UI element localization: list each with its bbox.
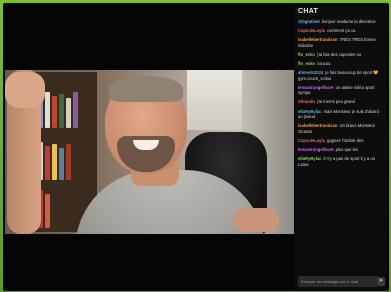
send-icon[interactable]: ➤ [377,277,385,286]
chat-message-text: gagnez l'ombre des [327,137,364,143]
chat-message-text: j'ai mermi peu grand [316,99,355,105]
chat-message-list[interactable]: @bgtatinet bonjour madame la directrice Ca… [298,19,384,167]
chat-message-username[interactable]: ellaRyBylac [298,156,322,161]
chat-message: flo_ecko j'ai fais des capsules ou [298,52,384,58]
video-window [187,70,242,130]
chat-message-username[interactable]: flo_ecko [298,61,315,66]
chat-message: isabellebertrandcsn Un bravo Monsieur Gir… [298,123,384,134]
chat-message-username[interactable]: CapsuleLayla [298,138,325,143]
chat-message-username[interactable]: @bgtatinet [298,19,320,24]
video-person-fist [5,72,45,108]
video-person-hand [233,208,279,232]
video-person-hair [109,76,183,102]
chat-message: CapsuleLayla gagnez l'ombre des [298,138,384,144]
chat-message-username[interactable]: isabellebertrandcsn [298,37,338,42]
chat-message: ellaRyBylac mais Monsieur je suis d'abord… [298,109,384,120]
chat-message-username[interactable]: lemastrangelfacet [298,147,334,152]
chat-message-text: j'ai fais des capsules ou [317,51,362,57]
chat-message: lemastrangelfacet un atelier vidéo sport … [298,85,384,96]
chat-input[interactable]: Envoyer un message sur le chat [298,276,378,287]
chat-message-text: bonjour madame la directrice [321,19,376,24]
chat-message-username[interactable]: flo_ecko [298,52,315,57]
chat-message-username[interactable]: Sitrandu [298,99,315,104]
chat-message-username[interactable]: lemastrangelfacet [298,85,334,90]
chat-message: isabellebertrandcsn TRÈS TRÈS bonne initi… [298,37,384,48]
chat-message: CapsuleLayla comment ça va [298,28,384,34]
chat-message: @bgtatinet bonjour madame la directrice [298,19,384,25]
chat-message-text: coucou [317,60,331,66]
chat-message-text: comment ça va [327,28,356,34]
video-player[interactable] [5,70,294,234]
chat-message: lemastrangelfacet plus que les [298,147,384,153]
chat-message-username[interactable]: ellaRyBylac [298,109,322,114]
device-frame: CHAT @bgtatinet bonjour madame la directr… [0,0,391,292]
chat-message-username[interactable]: ahmedn2024 [298,70,323,75]
chat-message: ellaRyBylac il n'y a pas de sport il y a … [298,156,384,167]
stream-screen: CHAT @bgtatinet bonjour madame la directr… [3,3,389,291]
chat-message-username[interactable]: CapsuleLayla [298,28,325,33]
chat-panel: CHAT @bgtatinet bonjour madame la directr… [295,6,387,290]
chat-message: flo_ecko coucou [298,61,384,67]
chat-message-text: plus que les [335,147,358,152]
chat-message-username[interactable]: isabellebertrandcsn [298,123,338,128]
chat-message: Sitrandu j'ai mermi peu grand [298,99,384,105]
chat-title: CHAT [298,8,319,15]
chat-message: ahmedn2024 je fais beaucoup de sport 🧡gym… [298,70,384,81]
